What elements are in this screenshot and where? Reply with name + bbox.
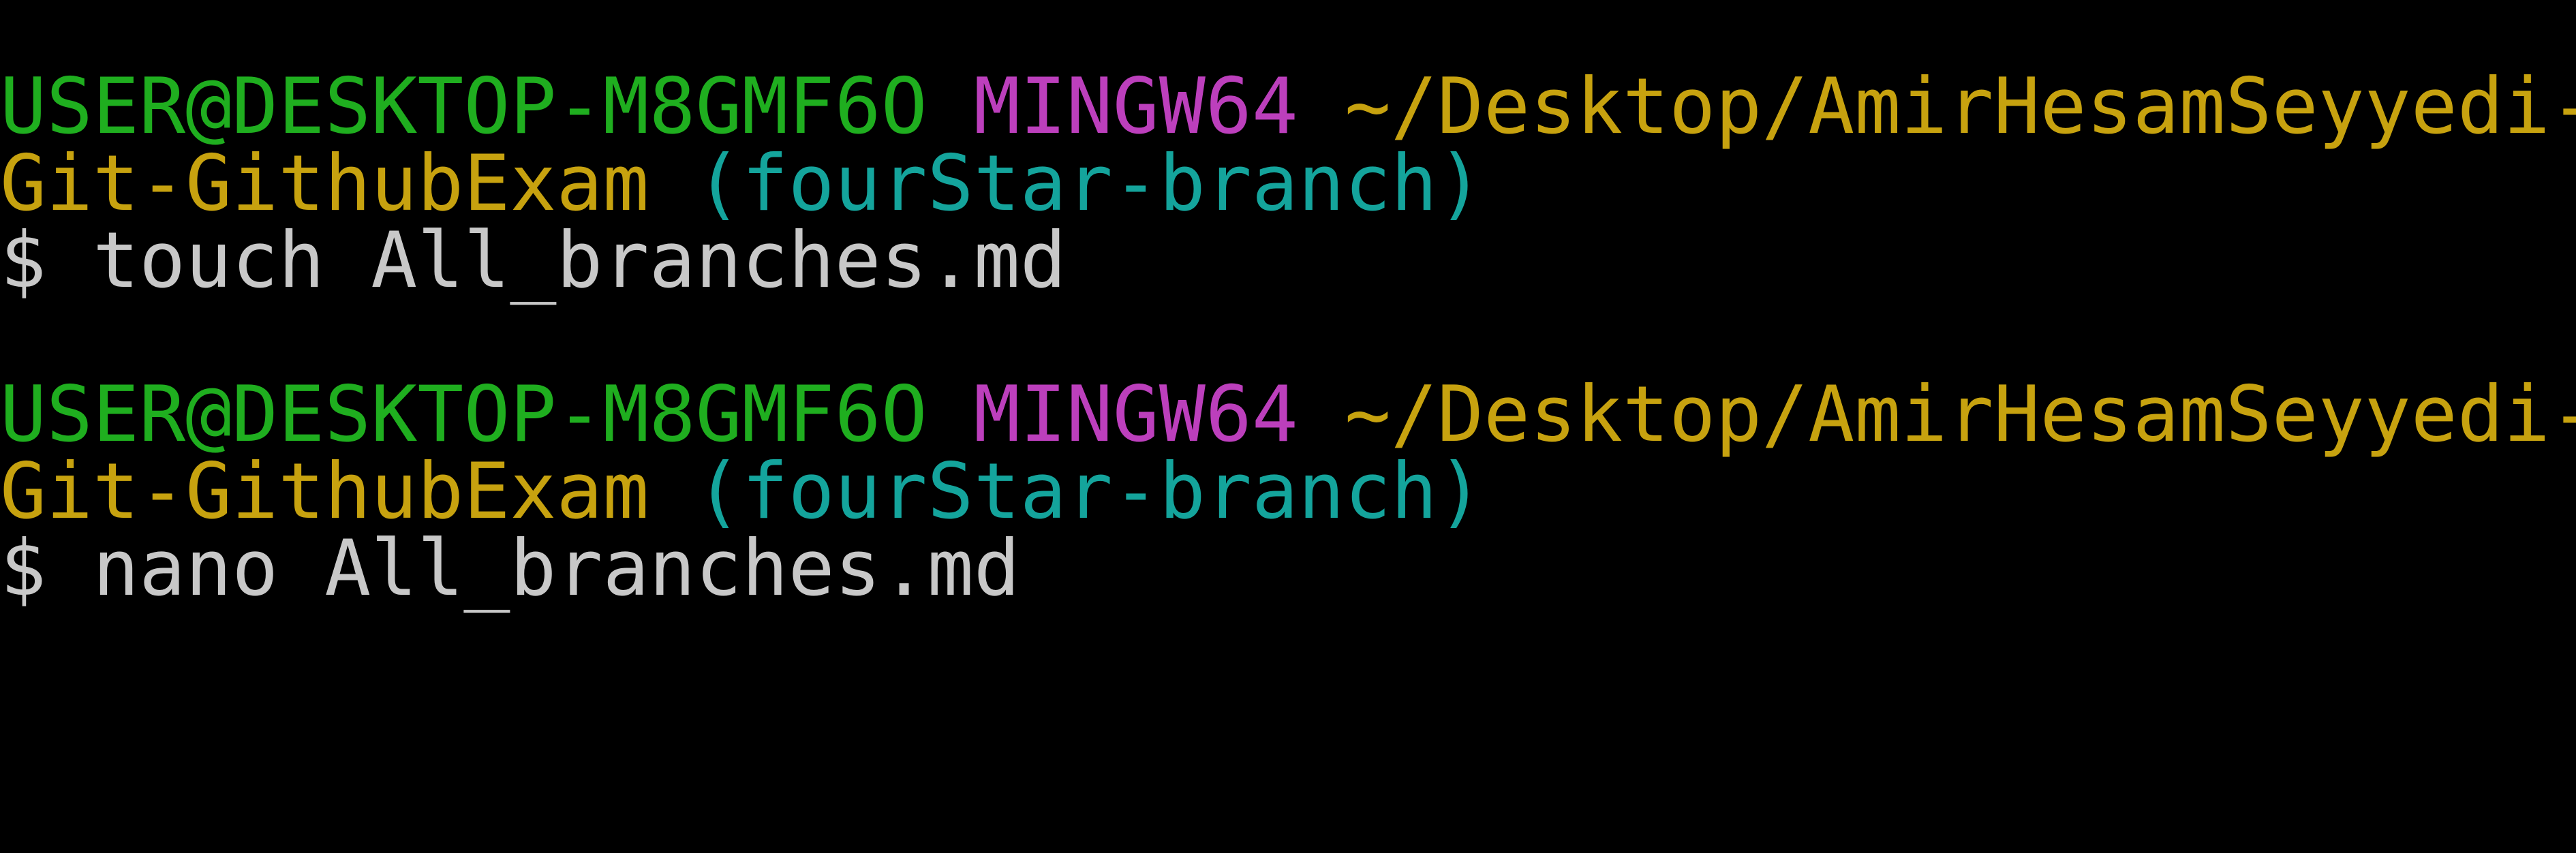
prompt-symbol: $ [0, 523, 47, 613]
command-text: touch All_branches.md [93, 215, 1067, 305]
prompt-line-1: USER@DESKTOP-M8GMF6O MINGW64 ~/Desktop/A… [0, 376, 2576, 453]
terminal-window[interactable]: USER@DESKTOP-M8GMF6O MINGW64 ~/Desktop/A… [0, 0, 2576, 679]
prompt-line-2: Git-GithubExam (fourStar-branch) [0, 453, 1484, 530]
path-part-1: ~/Desktop/AmirHesamSeyyedi- [1344, 61, 2576, 151]
command-text: nano All_branches.md [93, 523, 1020, 613]
path-part-1: ~/Desktop/AmirHesamSeyyedi- [1344, 369, 2576, 459]
command-line: $ nano All_branches.md [0, 530, 1020, 607]
command-line: $ touch All_branches.md [0, 222, 1067, 299]
prompt-symbol: $ [0, 215, 47, 305]
prompt-line-2: Git-GithubExam (fourStar-branch) [0, 145, 1484, 222]
prompt-line-1: USER@DESKTOP-M8GMF6O MINGW64 ~/Desktop/A… [0, 68, 2576, 145]
